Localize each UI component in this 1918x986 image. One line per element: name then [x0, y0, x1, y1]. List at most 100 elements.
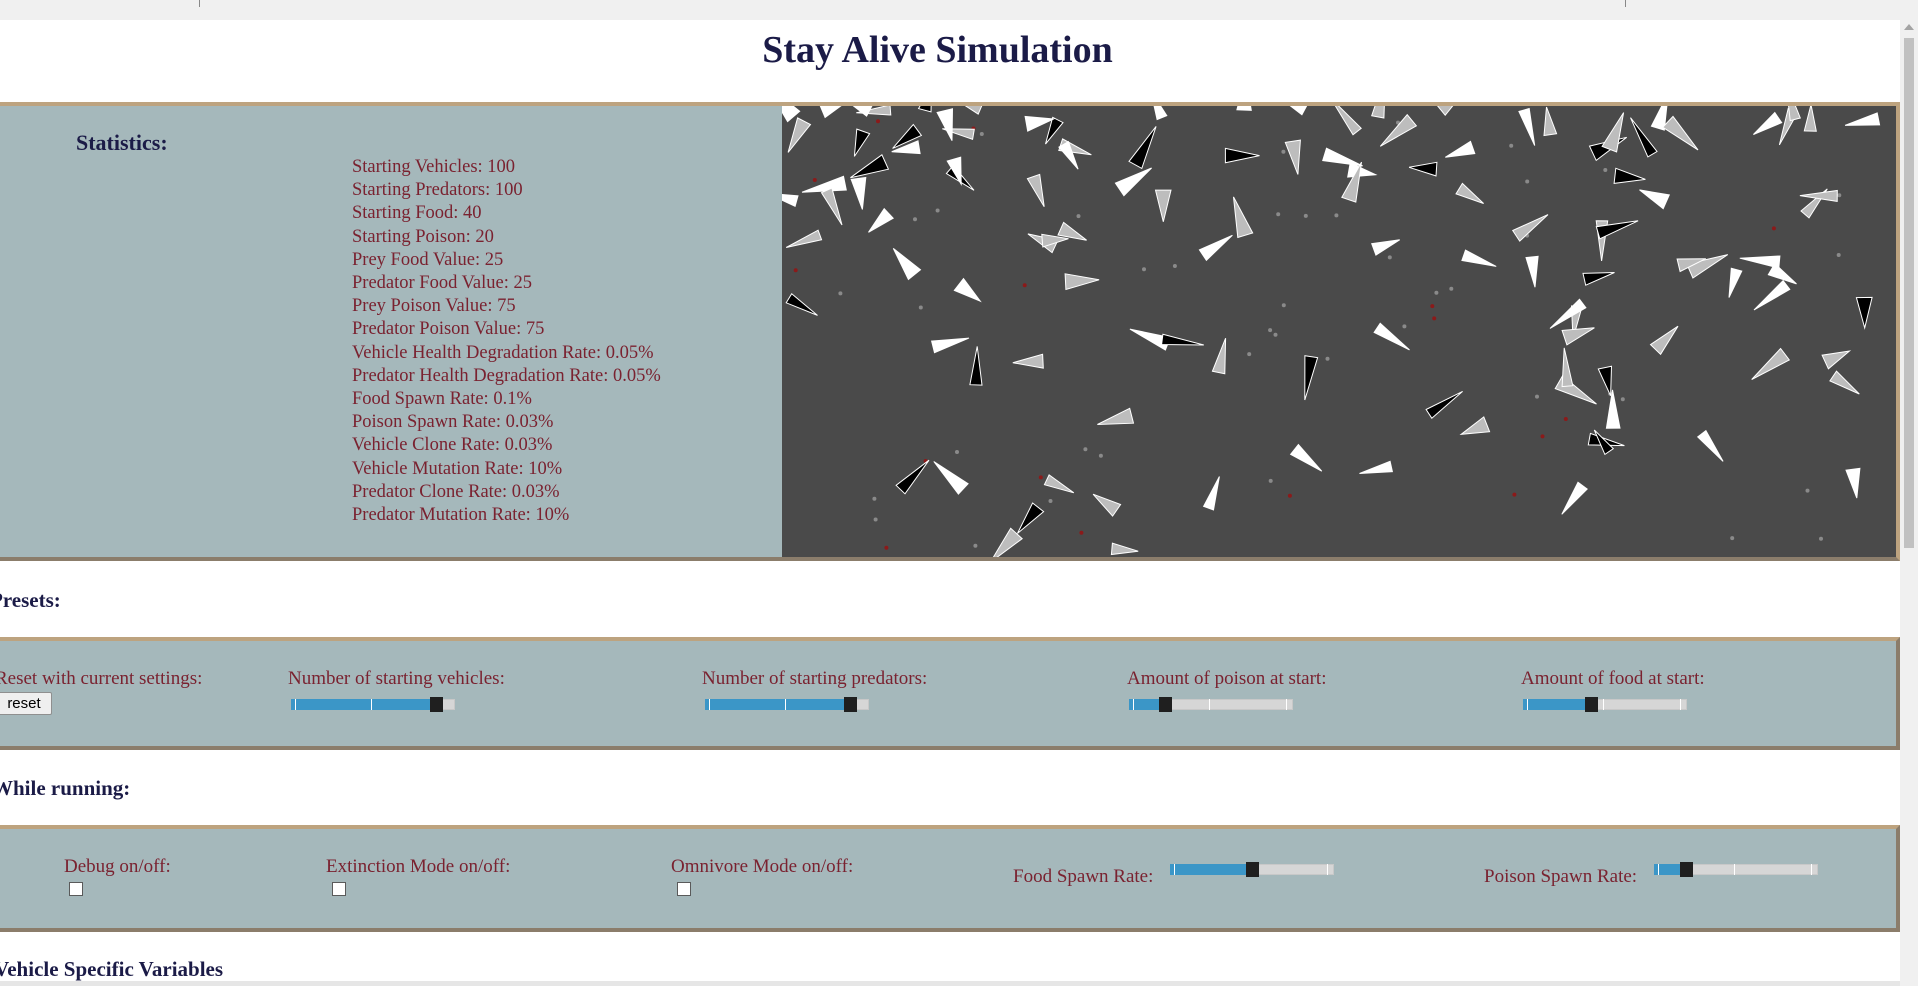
vehicle-agent — [953, 277, 982, 303]
vehicle-section-heading: Vehicle Specific Variables — [0, 957, 224, 981]
poison-at-start-label: Amount of poison at start: — [1127, 668, 1327, 689]
vehicle-agent — [1236, 106, 1252, 111]
browser-top-strip — [0, 0, 1918, 20]
vehicle-agent — [1114, 167, 1152, 197]
vehicle-agent — [868, 207, 895, 233]
food-dot — [1387, 255, 1392, 260]
food-spawn-rate-label: Food Spawn Rate: — [1013, 866, 1154, 887]
poison-spawn-rate-slider[interactable] — [1654, 862, 1818, 877]
food-at-start-slider[interactable] — [1523, 697, 1687, 712]
omnivore-mode-checkbox[interactable] — [677, 882, 691, 896]
predator-agent — [969, 346, 983, 386]
poison-dot — [1432, 316, 1437, 321]
vehicle-agent — [1543, 106, 1558, 137]
vehicle-agent — [1821, 350, 1852, 370]
vehicle-agent — [964, 106, 983, 115]
vehicle-agent — [1803, 106, 1817, 132]
food-dot — [872, 496, 877, 501]
reset-button[interactable]: reset — [0, 692, 52, 715]
poison-dot — [812, 178, 817, 182]
food-dot — [1402, 324, 1407, 329]
tab-divider — [199, 0, 200, 7]
debug-checkbox[interactable] — [69, 882, 83, 896]
vehicle-agent — [1459, 416, 1491, 435]
food-dot — [1325, 356, 1330, 361]
vehicle-agent — [1379, 113, 1418, 147]
vehicle-agent — [1518, 107, 1536, 146]
page-scrollbar[interactable] — [1900, 20, 1918, 986]
vehicle-agent — [852, 106, 873, 117]
vehicle-agent — [1445, 140, 1476, 158]
starting-vehicles-label: Number of starting vehicles: — [288, 668, 505, 689]
stat-vehicle-health-degradation: Vehicle Health Degradation Rate: 0.05% — [352, 342, 654, 363]
poison-at-start-slider[interactable] — [1129, 697, 1293, 712]
extinction-toggle-label: Extinction Mode on/off: — [326, 856, 511, 877]
presets-heading: Presets: — [0, 588, 61, 612]
poison-dot — [1038, 475, 1043, 480]
debug-toggle-label: Debug on/off: — [64, 856, 171, 877]
predator-agent — [1017, 502, 1045, 534]
stat-starting-predators: Starting Predators: 100 — [352, 180, 523, 201]
stat-prey-poison-value: Prey Poison Value: 75 — [352, 296, 516, 317]
food-dot — [1535, 394, 1539, 399]
vehicle-agent — [1064, 273, 1100, 291]
vehicle-agent — [892, 248, 922, 281]
vehicle-agent — [1043, 474, 1075, 494]
food-dot — [1281, 149, 1286, 154]
stat-predator-food-value: Predator Food Value: 25 — [352, 273, 533, 294]
presets-panel — [0, 637, 1900, 750]
starting-vehicles-slider[interactable] — [291, 697, 455, 712]
vehicle-agent — [782, 193, 799, 208]
vehicle-agent — [1605, 389, 1621, 429]
poison-dot — [1287, 493, 1292, 498]
predator-agent — [895, 459, 930, 495]
vehicle-agent — [1525, 255, 1539, 288]
poison-dot — [1079, 530, 1084, 535]
simulation-canvas[interactable] — [782, 106, 1896, 557]
vehicle-agent — [1211, 338, 1227, 375]
food-dot — [918, 305, 923, 310]
starting-predators-slider[interactable] — [705, 697, 869, 712]
scrollbar-thumb[interactable] — [1904, 38, 1914, 548]
vehicle-agent — [933, 461, 969, 495]
vehicle-agent — [1092, 493, 1122, 517]
vehicle-agent — [1845, 467, 1861, 499]
vehicle-agent — [1601, 112, 1625, 153]
vehicle-agent — [1437, 106, 1454, 116]
food-dot — [1836, 253, 1841, 257]
starting-predators-label: Number of starting predators: — [702, 668, 928, 689]
vehicle-agent — [1322, 147, 1363, 167]
stat-starting-poison: Starting Poison: 20 — [352, 226, 494, 247]
food-dot — [1449, 286, 1454, 291]
stat-prey-food-value: Prey Food Value: 25 — [352, 249, 504, 270]
food-dot — [1281, 303, 1286, 308]
vehicle-agent — [819, 106, 842, 119]
scroll-up-icon[interactable] — [1904, 24, 1914, 30]
stat-poison-spawn-rate: Poison Spawn Rate: 0.03% — [352, 412, 554, 433]
food-dot — [1247, 352, 1252, 357]
vehicle-agent — [1561, 347, 1574, 388]
poison-dot — [884, 545, 889, 550]
poison-dot — [1022, 283, 1027, 288]
poison-dot — [1771, 226, 1776, 231]
horizontal-scrollbar[interactable] — [0, 981, 1900, 986]
food-spawn-rate-slider[interactable] — [1170, 862, 1334, 877]
vehicle-agent — [1753, 279, 1791, 311]
tab-divider — [1625, 0, 1626, 7]
extinction-mode-checkbox[interactable] — [332, 882, 346, 896]
food-dot — [979, 132, 984, 136]
vehicle-agent — [787, 117, 812, 153]
vehicle-agent — [1026, 173, 1045, 207]
simulation-svg — [782, 106, 1881, 557]
vehicle-agent — [1639, 189, 1671, 210]
stat-starting-food: Starting Food: 40 — [352, 203, 482, 224]
vehicle-agent — [820, 187, 843, 226]
reset-label: Reset with current settings: — [0, 668, 203, 689]
food-dot — [1837, 193, 1842, 198]
food-dot — [1303, 213, 1308, 218]
vehicle-agent — [785, 229, 823, 248]
predator-agent — [785, 292, 818, 316]
vehicle-agent — [1202, 476, 1220, 511]
food-dot — [1730, 536, 1735, 541]
food-dot — [1525, 179, 1530, 184]
